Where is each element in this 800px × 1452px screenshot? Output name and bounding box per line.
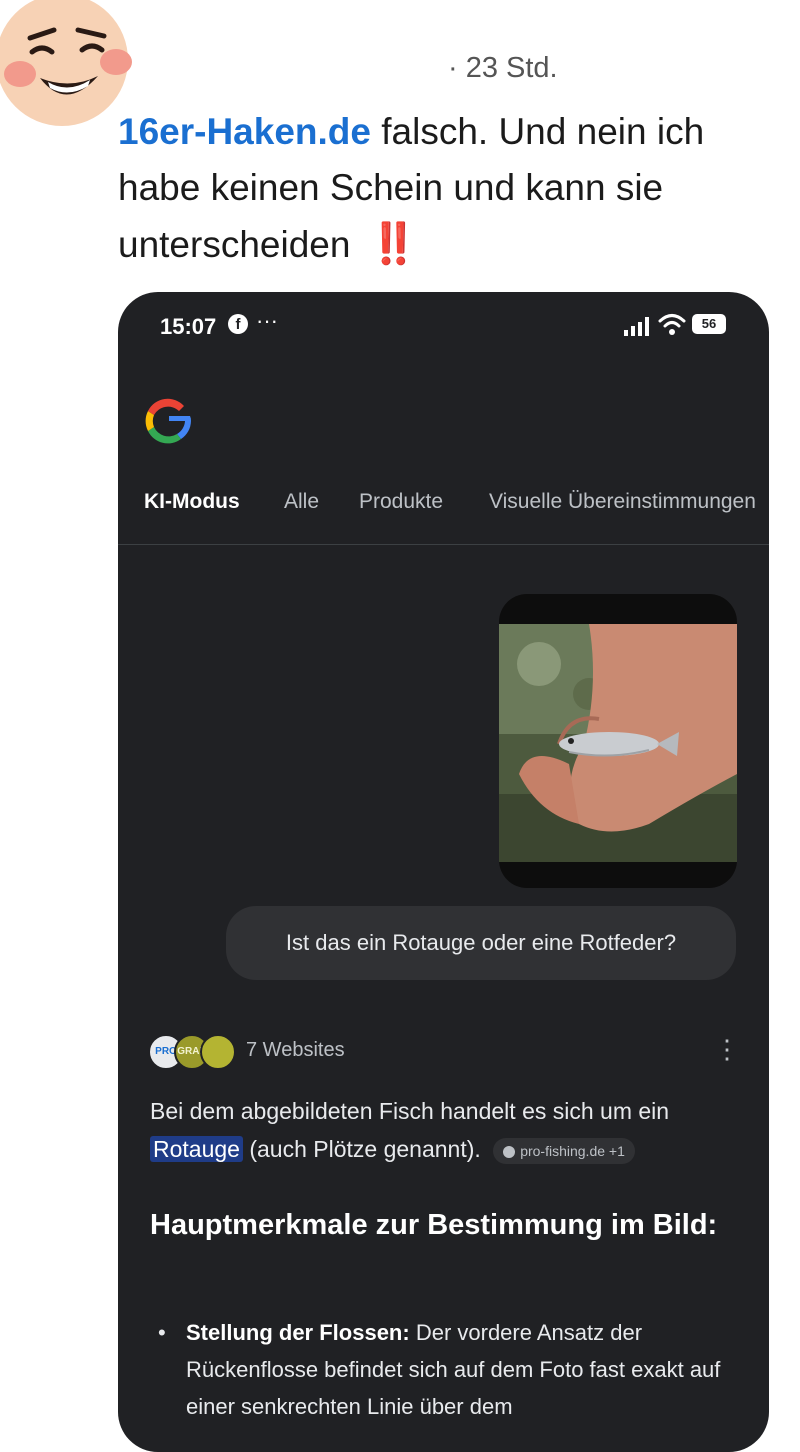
search-tabs: KI-Modus Alle Produkte Visuelle Übereins… — [118, 480, 769, 545]
facebook-icon: f — [228, 314, 248, 334]
double-exclamation-emoji: ‼️ — [368, 222, 419, 266]
user-query-bubble: Ist das ein Rotauge oder eine Rotfeder? — [226, 906, 736, 980]
wifi-icon — [658, 314, 686, 335]
battery-icon: 56 — [692, 314, 726, 334]
status-bar: 15:07 f ··· 56 — [118, 292, 769, 362]
post-timestamp: · 23 Std. — [448, 52, 558, 84]
list-item: Stellung der Flossen: Der vordere Ansatz… — [158, 1314, 766, 1425]
bullet-title: Stellung der Flossen: — [186, 1320, 410, 1345]
source-chip[interactable]: pro-fishing.de +1 — [493, 1137, 635, 1164]
status-time: 15:07 — [160, 314, 217, 339]
sources-count[interactable]: 7 Websites — [246, 1039, 345, 1062]
answer-text-before: Bei dem abgebildeten Fisch handelt es si… — [150, 1098, 670, 1124]
answer-highlight: Rotauge — [150, 1136, 243, 1162]
mention-link[interactable]: 16er-Haken.de — [118, 111, 371, 152]
uploaded-fish-photo[interactable] — [499, 594, 737, 888]
google-logo-icon — [145, 398, 191, 444]
tab-visuelle-uebereinstimmungen[interactable]: Visuelle Übereinstimmungen — [489, 490, 756, 514]
ai-answer: Bei dem abgebildeten Fisch handelt es si… — [150, 1092, 740, 1168]
tab-ki-modus[interactable]: KI-Modus — [144, 490, 240, 514]
section-heading: Hauptmerkmale zur Bestimmung im Bild: — [150, 1209, 718, 1241]
tab-alle[interactable]: Alle — [284, 490, 319, 514]
source-chip-label: pro-fishing.de +1 — [520, 1142, 625, 1159]
signal-icon — [624, 317, 649, 336]
post-text: 16er-Haken.de falsch. Und nein ich habe … — [118, 104, 770, 273]
globe-icon — [503, 1146, 516, 1159]
more-vert-icon[interactable]: ⋮ — [714, 1034, 740, 1065]
sources-row[interactable]: PRO GRAR 7 Websites ⋮ — [148, 1034, 740, 1070]
answer-text-after: (auch Plötze genannt). — [249, 1136, 481, 1162]
more-notifications-icon: ··· — [256, 308, 278, 333]
fish-in-hand-image — [499, 624, 737, 862]
tab-produkte[interactable]: Produkte — [359, 490, 443, 514]
source-avatar-third — [200, 1034, 236, 1070]
embedded-screenshot: 15:07 f ··· 56 KI-Modus Alle Produkte Vi… — [118, 292, 769, 1452]
